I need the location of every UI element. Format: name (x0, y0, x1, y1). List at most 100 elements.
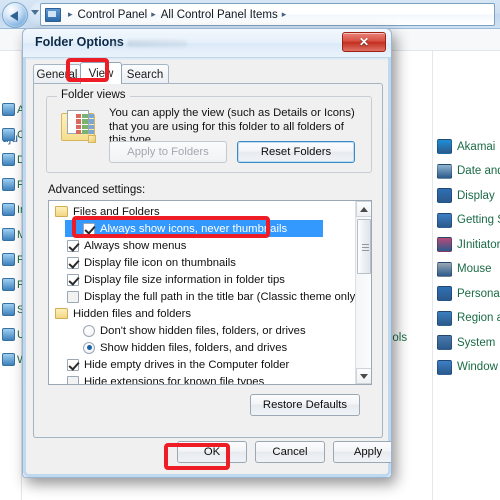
radio-selected-icon[interactable] (83, 341, 95, 354)
checkbox-unchecked-icon[interactable] (67, 290, 79, 303)
region-language-icon (437, 310, 452, 326)
system-icon (437, 335, 452, 350)
item-icon (2, 178, 15, 191)
advanced-settings-list[interactable]: Files and Folders Always show icons, neve… (48, 200, 372, 385)
control-panel-item-label: Personal (457, 287, 500, 300)
apply-to-folders-button[interactable]: Apply to Folders (109, 141, 227, 163)
control-panel-item[interactable]: System (437, 335, 495, 350)
close-icon[interactable]: ✕ (342, 32, 386, 52)
mouse-icon (437, 261, 452, 277)
checkbox-checked-icon[interactable] (83, 222, 95, 235)
advanced-setting-label: Display the full path in the title bar (… (84, 290, 360, 303)
folder-views-legend: Folder views (57, 89, 130, 101)
advanced-setting-label: Show hidden files, folders, and drives (100, 341, 288, 354)
control-panel-item-label: Region a (457, 312, 500, 324)
display-icon (437, 188, 452, 203)
reset-folders-button[interactable]: Reset Folders (237, 141, 355, 163)
advanced-settings-label: Advanced settings: (48, 184, 146, 196)
pane-divider (432, 51, 433, 500)
advanced-setting-row[interactable]: Always show icons, never thumbnails (65, 220, 323, 237)
checkbox-unchecked-icon[interactable] (67, 375, 79, 384)
control-panel-item-label: JInitiator (457, 238, 500, 251)
control-panel-item[interactable]: Personal (437, 286, 500, 301)
advanced-setting-row[interactable]: Don't show hidden files, folders, or dri… (49, 322, 355, 339)
checkbox-checked-icon[interactable] (67, 273, 79, 286)
breadcrumb-separator: ▸ (281, 9, 287, 19)
item-icon (2, 103, 15, 116)
folder-options-dialog: Folder Options ✕ General View Search Fol… (22, 28, 392, 478)
advanced-setting-row[interactable]: Hide empty drives in the Computer folder (49, 356, 355, 373)
ok-button[interactable]: OK (177, 441, 247, 463)
getting-started-icon (437, 212, 452, 228)
control-panel-item-label: Akamai (457, 140, 496, 153)
scrollbar-thumb[interactable] (357, 219, 371, 274)
item-icon (2, 153, 15, 166)
dialog-button-row: OK Cancel Apply (23, 435, 391, 477)
checkbox-checked-icon[interactable] (67, 358, 79, 371)
tab-general[interactable]: General (33, 64, 81, 84)
control-panel-item-label: Getting S (457, 214, 500, 226)
item-icon (2, 203, 15, 216)
control-panel-item-label: Display (457, 189, 495, 202)
advanced-setting-label: Files and Folders (73, 205, 160, 218)
tab-view[interactable]: View (80, 62, 122, 84)
personalization-icon (437, 286, 452, 301)
advanced-setting-row[interactable]: Files and Folders (49, 203, 355, 220)
folder-icon (55, 206, 68, 217)
advanced-setting-label: Always show icons, never thumbnails (100, 222, 288, 235)
advanced-setting-label: Hide empty drives in the Computer folder (84, 358, 290, 371)
folder-views-icon (61, 109, 99, 143)
breadcrumb-separator: ▸ (68, 9, 73, 19)
tab-search[interactable]: Search (121, 64, 169, 84)
navigation-pane (0, 51, 22, 500)
apply-button[interactable]: Apply (333, 441, 391, 463)
control-panel-item[interactable]: Window (437, 359, 498, 375)
windows-update-icon (437, 359, 452, 375)
advanced-settings-scrollbar[interactable] (355, 201, 371, 384)
scroll-down-arrow-icon[interactable] (356, 368, 371, 384)
radio-unselected-icon[interactable] (83, 324, 95, 337)
advanced-setting-row[interactable]: Hidden files and folders (49, 305, 355, 322)
back-arrow-icon[interactable] (2, 2, 28, 28)
folder-icon (55, 308, 68, 319)
advanced-setting-label: Display file icon on thumbnails (84, 256, 236, 269)
chevron-down-icon[interactable] (31, 10, 39, 15)
explorer-title-bar: ▸ Control Panel ▸ All Control Panel Item… (0, 0, 500, 29)
advanced-setting-row[interactable]: Display file size information in folder … (49, 271, 355, 288)
control-panel-item-label: Date and (457, 165, 500, 177)
checkbox-checked-icon[interactable] (67, 239, 79, 252)
view-tab-panel: Folder views You can apply the view (suc… (33, 83, 383, 438)
item-icon (2, 128, 15, 141)
dialog-title-bar[interactable]: Folder Options ✕ (23, 29, 391, 58)
control-panel-item[interactable]: Display (437, 188, 495, 203)
item-icon (2, 253, 15, 266)
advanced-setting-row[interactable]: Show hidden files, folders, and drives (49, 339, 355, 356)
control-panel-item[interactable]: Akamai (437, 139, 495, 154)
address-bar[interactable]: ▸ Control Panel ▸ All Control Panel Item… (40, 3, 495, 26)
advanced-setting-row[interactable]: Always show menus (49, 237, 355, 254)
date-and-time-icon (437, 163, 452, 179)
control-panel-item[interactable]: Region a (437, 310, 500, 326)
scrollbar-grip (362, 244, 369, 251)
item-icon (2, 328, 15, 341)
advanced-setting-label: Hidden files and folders (73, 307, 192, 320)
advanced-setting-row[interactable]: Display file icon on thumbnails (49, 254, 355, 271)
breadcrumb-separator: ▸ (151, 9, 156, 19)
item-icon (2, 228, 15, 241)
control-panel-item[interactable]: Getting S (437, 212, 500, 228)
restore-defaults-button[interactable]: Restore Defaults (250, 394, 360, 416)
advanced-setting-row[interactable]: Display the full path in the title bar (… (49, 288, 359, 305)
control-panel-item[interactable]: Date and (437, 163, 500, 179)
checkbox-checked-icon[interactable] (67, 256, 79, 269)
control-panel-item-label: System (457, 336, 496, 349)
scroll-up-arrow-icon[interactable] (356, 201, 371, 217)
control-panel-item[interactable]: Mouse (437, 261, 492, 277)
control-panel-item[interactable]: JInitiator (437, 237, 500, 252)
advanced-setting-label: Don't show hidden files, folders, or dri… (100, 324, 306, 337)
item-icon (2, 278, 15, 291)
akamai-icon (437, 139, 452, 154)
advanced-setting-row[interactable]: Hide extensions for known file types (49, 373, 355, 384)
breadcrumb-all-control-panel-items[interactable]: All Control Panel Items (161, 9, 278, 21)
breadcrumb-control-panel[interactable]: Control Panel (78, 9, 148, 21)
cancel-button[interactable]: Cancel (255, 441, 325, 463)
